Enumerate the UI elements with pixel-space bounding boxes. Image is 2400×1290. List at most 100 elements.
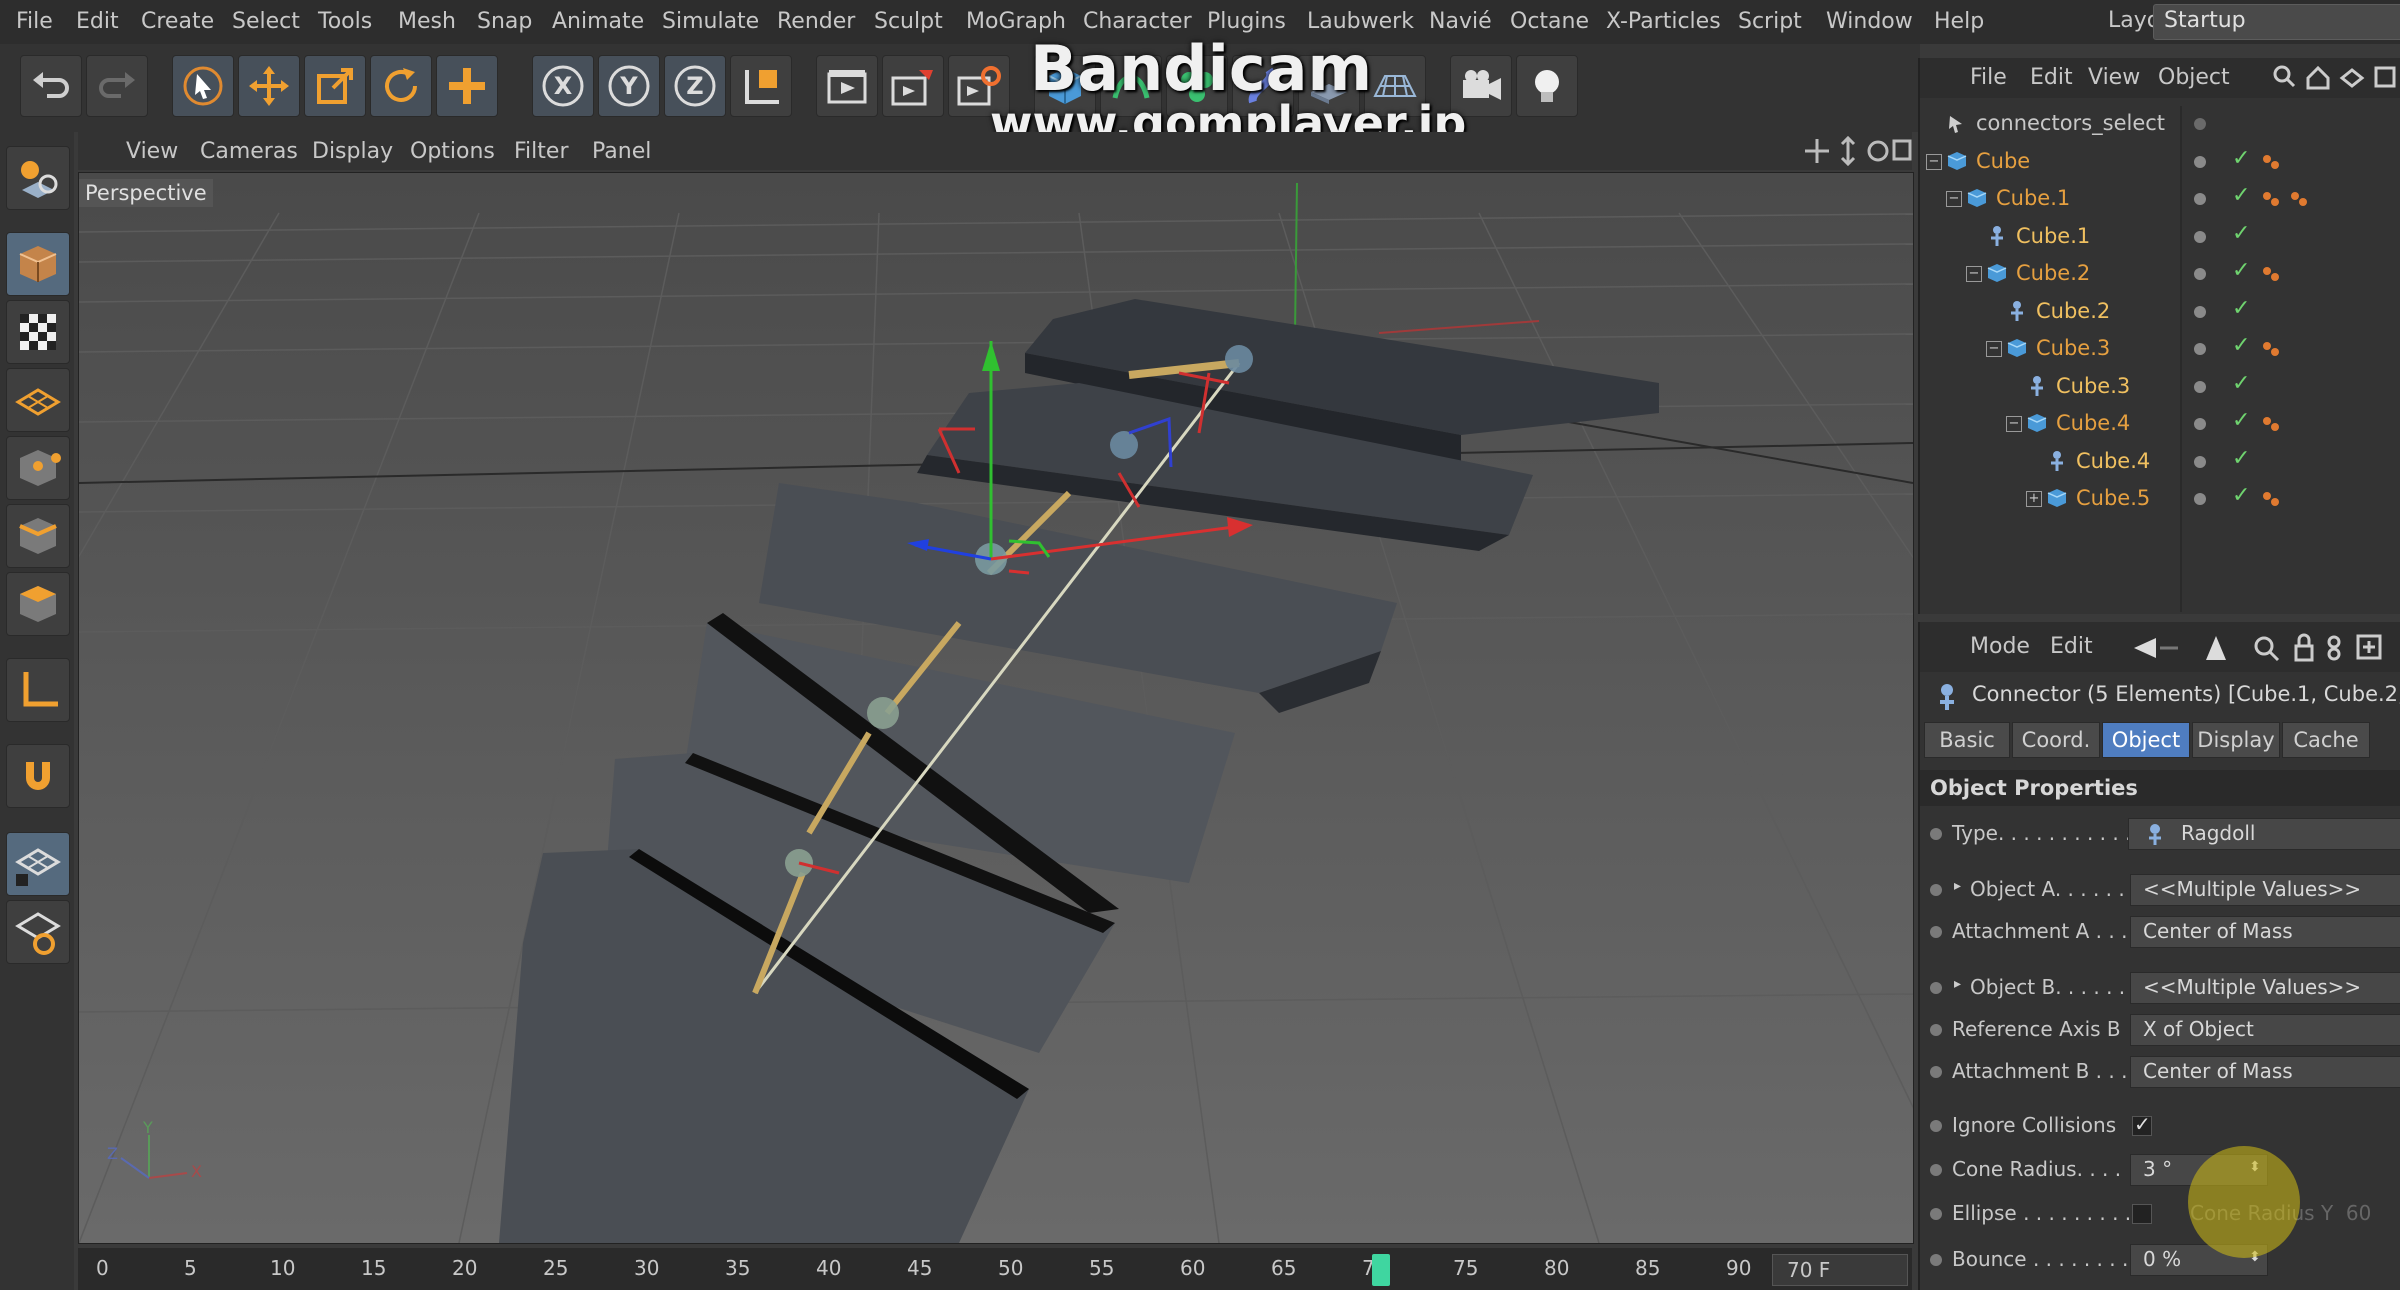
object-row[interactable]: − Cube.2 ✓ <box>1920 256 2400 293</box>
coordinate-system-icon[interactable] <box>730 55 792 117</box>
menu-navie[interactable]: Navié <box>1429 9 1492 34</box>
enabled-check-icon[interactable]: ✓ <box>2232 446 2250 471</box>
enabled-check-icon[interactable]: ✓ <box>2232 483 2250 508</box>
ignore-collisions-checkbox[interactable] <box>2132 1112 2152 1136</box>
menu-sculpt[interactable]: Sculpt <box>874 9 943 34</box>
menu-simulate[interactable]: Simulate <box>662 9 759 34</box>
visibility-dot[interactable] <box>2194 193 2206 205</box>
tag-icon[interactable] <box>2288 189 2310 211</box>
viewport-menu-options[interactable]: Options <box>410 139 495 164</box>
menu-create[interactable]: Create <box>141 9 214 34</box>
make-editable-icon[interactable] <box>6 146 70 210</box>
om-menu-view[interactable]: View <box>2088 65 2140 90</box>
expand-arrow-icon[interactable]: ▸ <box>1954 976 1961 992</box>
enabled-check-icon[interactable]: ✓ <box>2232 183 2250 208</box>
animation-dot[interactable] <box>1930 1254 1942 1266</box>
object-name[interactable]: Cube.3 <box>2056 374 2130 398</box>
menu-animate[interactable]: Animate <box>552 9 644 34</box>
reference-axis-b-dropdown[interactable]: X of Object <box>2130 1014 2400 1046</box>
object-name[interactable]: Cube.5 <box>2076 486 2150 510</box>
tab-object[interactable]: Object <box>2102 722 2190 758</box>
rigid-body-tag-icon[interactable] <box>2260 189 2282 211</box>
expand-arrow-icon[interactable]: ▸ <box>1954 878 1961 894</box>
visibility-dot[interactable] <box>2194 268 2206 280</box>
light-icon[interactable] <box>1516 55 1578 117</box>
am-menu-mode[interactable]: Mode <box>1970 634 2030 659</box>
rigid-body-tag-icon[interactable] <box>2260 339 2282 361</box>
object-name[interactable]: Cube.2 <box>2016 261 2090 285</box>
animation-dot[interactable] <box>1930 1024 1942 1036</box>
model-mode-icon[interactable] <box>6 232 70 296</box>
timeline-ruler[interactable]: 0 5 10 15 20 25 30 35 40 45 50 55 60 65 … <box>78 1248 1912 1290</box>
attachment-a-dropdown[interactable]: Center of Mass <box>2130 916 2400 948</box>
viewport-menu-cameras[interactable]: Cameras <box>200 139 298 164</box>
enabled-check-icon[interactable]: ✓ <box>2232 221 2250 246</box>
menu-octane[interactable]: Octane <box>1510 9 1589 34</box>
render-view-icon[interactable] <box>816 55 878 117</box>
animation-dot[interactable] <box>1930 828 1942 840</box>
z-axis-icon[interactable]: Z <box>664 55 726 117</box>
object-row[interactable]: − Cube ✓ <box>1920 144 2400 181</box>
expand-toggle-icon[interactable]: + <box>2026 491 2042 507</box>
object-a-link-field[interactable]: <<Multiple Values>> <box>2130 874 2400 906</box>
rotate-icon[interactable] <box>370 55 432 117</box>
x-axis-icon[interactable]: X <box>532 55 594 117</box>
menu-edit[interactable]: Edit <box>76 9 119 34</box>
animation-dot[interactable] <box>1930 1066 1942 1078</box>
undo-icon[interactable] <box>20 55 82 117</box>
menu-render[interactable]: Render <box>777 9 855 34</box>
om-menu-edit[interactable]: Edit <box>2030 65 2073 90</box>
polygons-mode-icon[interactable] <box>6 572 70 636</box>
viewport-menu-filter[interactable]: Filter <box>514 139 568 164</box>
object-row[interactable]: + Cube.5 ✓ <box>1920 481 2400 518</box>
perspective-viewport[interactable]: Y X Z Perspective <box>78 172 1914 1244</box>
enabled-check-icon[interactable]: ✓ <box>2232 371 2250 396</box>
visibility-dot[interactable] <box>2194 493 2206 505</box>
menu-mesh[interactable]: Mesh <box>398 9 456 34</box>
axis-mode-icon[interactable] <box>6 658 70 722</box>
visibility-dot[interactable] <box>2194 230 2206 243</box>
menu-help[interactable]: Help <box>1934 9 1984 34</box>
object-name[interactable]: Cube.3 <box>2036 336 2110 360</box>
viewport-menu-panel[interactable]: Panel <box>592 139 651 164</box>
viewport-scene[interactable]: Y X Z <box>79 173 1913 1243</box>
animation-dot[interactable] <box>1930 884 1942 896</box>
viewport-nav-icons[interactable] <box>1802 136 1912 166</box>
y-axis-icon[interactable]: Y <box>598 55 660 117</box>
collapse-toggle-icon[interactable]: − <box>1926 153 1942 170</box>
tab-display[interactable]: Display <box>2192 722 2280 758</box>
type-dropdown[interactable]: Ragdoll <box>2128 818 2400 850</box>
object-row[interactable]: connectors_select <box>1920 106 2400 143</box>
enabled-check-icon[interactable]: ✓ <box>2232 296 2250 321</box>
edges-mode-icon[interactable] <box>6 504 70 568</box>
animation-dot[interactable] <box>1930 982 1942 994</box>
animation-dot[interactable] <box>1930 1208 1942 1220</box>
visibility-dot[interactable] <box>2194 380 2206 393</box>
object-row[interactable]: Cube.2 ✓ <box>1920 294 2400 331</box>
visibility-dot[interactable] <box>2194 305 2206 318</box>
texture-mode-icon[interactable] <box>6 300 70 364</box>
animation-dot[interactable] <box>1930 1120 1942 1132</box>
snap-settings-icon[interactable] <box>6 900 70 964</box>
attachment-b-dropdown[interactable]: Center of Mass <box>2130 1056 2400 1088</box>
visibility-dot[interactable] <box>2194 155 2206 168</box>
redo-icon[interactable] <box>86 55 148 117</box>
om-menu-file[interactable]: File <box>1970 65 2007 90</box>
tab-coord[interactable]: Coord. <box>2012 722 2100 758</box>
menu-plugins[interactable]: Plugins <box>1207 9 1286 34</box>
collapse-toggle-icon[interactable]: − <box>1966 266 1982 282</box>
rigid-body-tag-icon[interactable] <box>2260 152 2282 174</box>
menu-x-particles[interactable]: X-Particles <box>1606 9 1721 34</box>
add-icon[interactable] <box>436 55 498 117</box>
menu-laubwerk[interactable]: Laubwerk <box>1307 9 1414 34</box>
viewport-menu-display[interactable]: Display <box>312 139 393 164</box>
om-search-home-icons[interactable] <box>2272 64 2398 92</box>
locked-workplane-icon[interactable] <box>6 832 70 896</box>
enabled-check-icon[interactable]: ✓ <box>2232 333 2250 358</box>
am-nav-icons[interactable] <box>2134 632 2400 664</box>
object-name[interactable]: Cube <box>1976 149 2030 173</box>
am-menu-edit[interactable]: Edit <box>2050 634 2093 659</box>
visibility-dot[interactable] <box>2194 418 2206 430</box>
object-row[interactable]: − Cube.4 ✓ <box>1920 406 2400 443</box>
menu-character[interactable]: Character <box>1083 9 1192 34</box>
